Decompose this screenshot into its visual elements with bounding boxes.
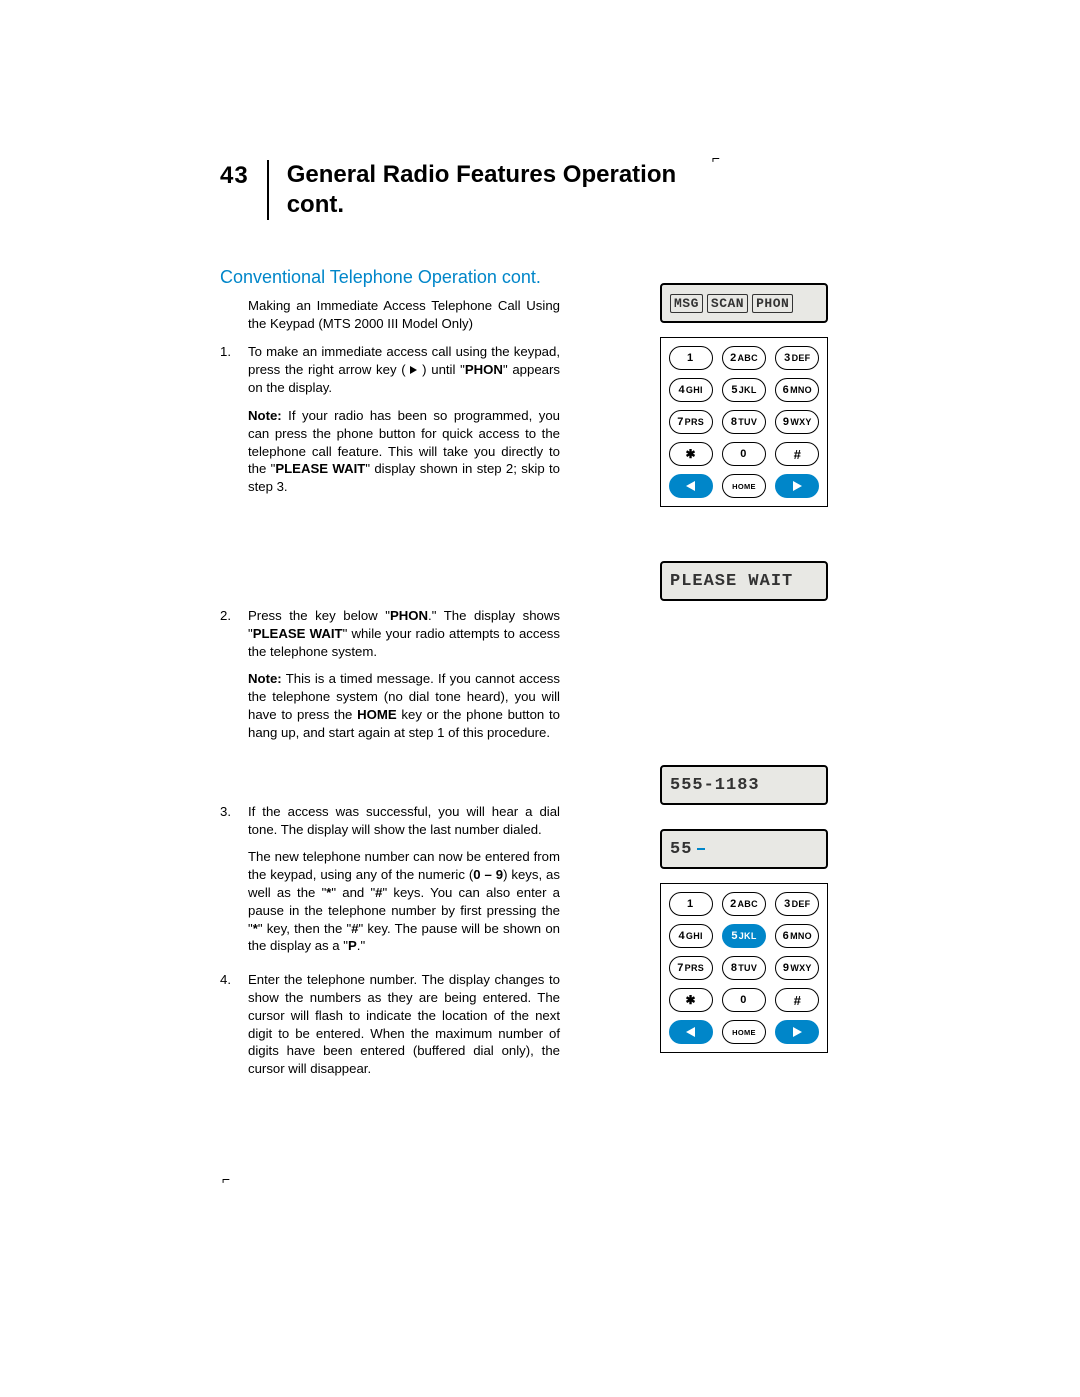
step-number: 3. — [220, 803, 238, 966]
lcd-display-entering: 55 — [660, 829, 828, 869]
step-2: 2. Press the key below "PHON." The displ… — [220, 607, 560, 752]
key-6: 6MNO — [775, 378, 819, 402]
step-2-note: Note: This is a timed message. If you ca… — [248, 670, 560, 741]
text-column: Conventional Telephone Operation cont. M… — [220, 265, 560, 1094]
keypad-2: 1 2ABC 3DEF 4GHI 5JKL 6MNO 7PRS 8TUV 9WX… — [660, 883, 828, 1053]
step-body: Press the key below "PHON." The display … — [248, 607, 560, 752]
header-divider — [267, 160, 269, 220]
page-header: 43 General Radio Features Operation cont… — [220, 160, 900, 220]
step-4-text: Enter the telephone number. The display … — [248, 971, 560, 1078]
left-arrow-icon — [686, 1027, 695, 1037]
key-9: 9WXY — [775, 410, 819, 434]
step-4: 4. Enter the telephone number. The displ… — [220, 971, 560, 1088]
cursor-icon — [697, 848, 705, 850]
key-hash: # — [775, 988, 819, 1012]
section-subheading: Conventional Telephone Operation cont. — [220, 265, 560, 289]
key-4: 4GHI — [669, 378, 713, 402]
step-body: Enter the telephone number. The display … — [248, 971, 560, 1088]
hash-icon: # — [794, 447, 802, 462]
radio-illustration-1: MSG SCAN PHON 1 2ABC 3DEF 4GHI 5JKL 6MNO… — [588, 283, 900, 507]
illustration-column: MSG SCAN PHON 1 2ABC 3DEF 4GHI 5JKL 6MNO… — [588, 265, 900, 1094]
lcd-display-last-number: 555-1183 — [660, 765, 828, 805]
step-1: 1. To make an immediate access call usin… — [220, 343, 560, 506]
crop-mark-top: ⌐ — [712, 150, 720, 166]
key-8: 8TUV — [722, 410, 766, 434]
key-0: 0 — [722, 988, 766, 1012]
step-number: 2. — [220, 607, 238, 752]
lcd-display-please-wait: PLEASE WAIT — [660, 561, 828, 601]
key-1: 1 — [669, 346, 713, 370]
left-arrow-icon — [686, 481, 695, 491]
key-7: 7PRS — [669, 410, 713, 434]
page-title: General Radio Features Operation cont. — [287, 160, 676, 220]
right-arrow-icon — [793, 1027, 802, 1037]
key-star — [669, 988, 713, 1012]
key-0: 0 — [722, 442, 766, 466]
key-star — [669, 442, 713, 466]
right-arrow-icon — [410, 361, 417, 379]
right-arrow-icon — [793, 481, 802, 491]
key-home: HOME — [722, 1020, 766, 1044]
radio-illustration-4: 55 1 2ABC 3DEF 4GHI 5JKL 6MNO 7PRS 8TUV … — [588, 829, 900, 1053]
title-line-2: cont. — [287, 191, 344, 218]
key-nav-left — [669, 1020, 713, 1044]
step-body: To make an immediate access call using t… — [248, 343, 560, 506]
key-nav-right — [775, 1020, 819, 1044]
title-line-1: General Radio Features Operation — [287, 161, 676, 188]
intro-paragraph: Making an Immediate Access Telephone Cal… — [248, 297, 560, 333]
crop-mark-bottom: ⌐ — [222, 1171, 230, 1187]
spacer — [220, 512, 560, 607]
softkey-scan: SCAN — [707, 294, 748, 313]
key-8: 8TUV — [722, 956, 766, 980]
key-3: 3DEF — [775, 892, 819, 916]
manual-page: ⌐ 43 General Radio Features Operation co… — [0, 0, 1080, 1397]
key-2: 2ABC — [722, 892, 766, 916]
softkey-phon: PHON — [752, 294, 793, 313]
step-number: 4. — [220, 971, 238, 1088]
key-3: 3DEF — [775, 346, 819, 370]
key-2: 2ABC — [722, 346, 766, 370]
step-number: 1. — [220, 343, 238, 506]
step-3: 3. If the access was successful, you wil… — [220, 803, 560, 966]
spacer — [220, 758, 560, 803]
key-hash: # — [775, 442, 819, 466]
step-body: If the access was successful, you will h… — [248, 803, 560, 966]
keypad-1: 1 2ABC 3DEF 4GHI 5JKL 6MNO 7PRS 8TUV 9WX… — [660, 337, 828, 507]
key-1: 1 — [669, 892, 713, 916]
page-number: 43 — [220, 160, 249, 190]
key-6: 6MNO — [775, 924, 819, 948]
radio-illustration-2: PLEASE WAIT — [588, 561, 900, 601]
radio-illustration-3: 555-1183 — [588, 765, 900, 805]
key-5: 5JKL — [722, 378, 766, 402]
step-3-text: If the access was successful, you will h… — [248, 803, 560, 839]
step-1-note: Note: If your radio has been so programm… — [248, 407, 560, 496]
key-5-pressed: 5JKL — [722, 924, 766, 948]
lcd-display-softkeys: MSG SCAN PHON — [660, 283, 828, 323]
key-9: 9WXY — [775, 956, 819, 980]
key-home: HOME — [722, 474, 766, 498]
step-1-text: To make an immediate access call using t… — [248, 343, 560, 397]
key-7: 7PRS — [669, 956, 713, 980]
step-3-text-2: The new telephone number can now be ente… — [248, 848, 560, 955]
softkey-msg: MSG — [670, 294, 703, 313]
hash-icon: # — [794, 993, 802, 1008]
key-nav-left — [669, 474, 713, 498]
key-nav-right — [775, 474, 819, 498]
content-columns: Conventional Telephone Operation cont. M… — [220, 265, 900, 1094]
entered-digits: 55 — [670, 840, 692, 859]
key-4: 4GHI — [669, 924, 713, 948]
step-2-text: Press the key below "PHON." The display … — [248, 607, 560, 660]
